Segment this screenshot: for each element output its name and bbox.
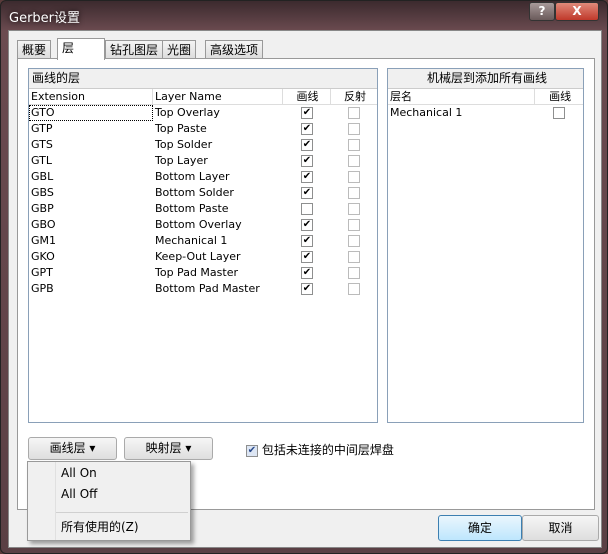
cancel-button[interactable]: 取消 (522, 515, 599, 541)
layer-extension: GKO (31, 250, 55, 263)
plot-checkbox[interactable]: ✔ (301, 107, 313, 119)
mirror-checkbox[interactable] (348, 123, 360, 135)
ok-button[interactable]: 确定 (438, 515, 522, 541)
mirror-checkbox[interactable] (348, 283, 360, 295)
plot-checkbox[interactable]: ✔ (301, 187, 313, 199)
mirror-checkbox[interactable] (348, 267, 360, 279)
layer-name: Bottom Layer (155, 170, 230, 183)
plot-checkbox[interactable]: ✔ (301, 171, 313, 183)
layer-name: Top Paste (155, 122, 207, 135)
layer-name: Bottom Solder (155, 186, 234, 199)
plot-checkbox[interactable]: ✔ (301, 123, 313, 135)
plot-layers-list[interactable]: 画线的层 Extension Layer Name 画线 反射 GTO Top … (28, 68, 378, 423)
layer-name: Keep-Out Layer (155, 250, 241, 263)
layer-name: Top Layer (155, 154, 208, 167)
tab-layers[interactable]: 层 (57, 38, 105, 60)
mirror-layers-button[interactable]: 映射层 ▾ (124, 437, 213, 460)
layer-name: Bottom Paste (155, 202, 229, 215)
tab-overview[interactable]: 概要 (17, 40, 52, 59)
layer-extension: GTL (31, 154, 52, 167)
layer-extension: GBP (31, 202, 54, 215)
mechanical-layers-list[interactable]: 机械层到添加所有画线 层名 画线 Mechanical 1 (387, 68, 584, 423)
gerber-settings-dialog: Gerber设置 ? X 概要 层 钻孔图层 光圈 高级选项 画线的层 Exte… (0, 0, 608, 554)
tab-drill-drawing[interactable]: 钻孔图层 (105, 40, 164, 59)
layer-row[interactable]: GTS Top Solder ✔ (29, 137, 377, 153)
tab-apertures[interactable]: 光圈 (162, 40, 197, 59)
plot-checkbox[interactable]: ✔ (301, 283, 313, 295)
layer-extension: GPB (31, 282, 54, 295)
mirror-checkbox[interactable] (348, 155, 360, 167)
close-button[interactable]: X (555, 2, 599, 21)
menu-all-off[interactable]: All Off (61, 487, 97, 501)
col-layer-name[interactable]: Layer Name (153, 89, 283, 104)
layer-name: Bottom Pad Master (155, 282, 260, 295)
col-mirror[interactable]: 反射 (331, 89, 377, 104)
layer-row[interactable]: GTO Top Overlay ✔ (29, 105, 377, 121)
mirror-checkbox[interactable] (348, 139, 360, 151)
layer-row[interactable]: GBO Bottom Overlay ✔ (29, 217, 377, 233)
layer-extension: GPT (31, 266, 53, 279)
layer-row[interactable]: GTP Top Paste ✔ (29, 121, 377, 137)
layer-extension: GBL (31, 170, 54, 183)
window-title: Gerber设置 (9, 11, 81, 26)
plot-checkbox[interactable]: ✔ (301, 267, 313, 279)
layer-row[interactable]: GBL Bottom Layer ✔ (29, 169, 377, 185)
col-layer[interactable]: 层名 (388, 89, 536, 104)
menu-gutter-divider (55, 462, 56, 540)
plot-layers-menu: All On All Off 所有使用的(Z) (27, 461, 191, 541)
tab-advanced[interactable]: 高级选项 (205, 40, 264, 59)
layer-extension: GTO (29, 105, 153, 121)
mirror-checkbox[interactable] (348, 107, 360, 119)
mech-layer-name: Mechanical 1 (390, 106, 463, 119)
plot-checkbox[interactable]: ✔ (301, 235, 313, 247)
menu-all-used[interactable]: 所有使用的(Z) (61, 518, 139, 535)
mechanical-layers-title: 机械层到添加所有画线 (388, 69, 583, 89)
layer-name: Top Solder (155, 138, 213, 151)
layer-row[interactable]: GTL Top Layer ✔ (29, 153, 377, 169)
plot-checkbox[interactable] (301, 203, 313, 215)
layer-row[interactable]: GM1 Mechanical 1 ✔ (29, 233, 377, 249)
layer-extension: GTP (31, 122, 53, 135)
plot-layers-button[interactable]: 画线层 ▾ (28, 437, 117, 460)
layer-name: Top Pad Master (155, 266, 238, 279)
layer-row[interactable]: GPB Bottom Pad Master ✔ (29, 281, 377, 297)
mirror-checkbox[interactable] (348, 203, 360, 215)
layer-row[interactable]: GPT Top Pad Master ✔ (29, 265, 377, 281)
mech-plot-checkbox[interactable] (553, 107, 566, 119)
col-extension[interactable]: Extension (29, 89, 153, 104)
plot-checkbox[interactable]: ✔ (301, 251, 313, 263)
mech-row[interactable]: Mechanical 1 (388, 105, 583, 121)
layer-extension: GM1 (31, 234, 57, 247)
menu-separator (56, 512, 188, 513)
layer-extension: GTS (31, 138, 53, 151)
layers-panel: 画线的层 Extension Layer Name 画线 反射 GTO Top … (17, 58, 595, 510)
help-button[interactable]: ? (529, 2, 555, 21)
menu-all-on[interactable]: All On (61, 466, 97, 480)
layer-name: Bottom Overlay (155, 218, 242, 231)
include-unconnected-pads[interactable]: ✔ 包括未连接的中间层焊盘 (246, 441, 394, 458)
mirror-checkbox[interactable] (348, 219, 360, 231)
plot-layers-title: 画线的层 (29, 69, 377, 89)
mirror-checkbox[interactable] (348, 235, 360, 247)
layer-extension: GBO (31, 218, 56, 231)
include-checkbox[interactable]: ✔ (246, 444, 258, 457)
mirror-checkbox[interactable] (348, 251, 360, 263)
layer-name: Top Overlay (155, 106, 220, 119)
plot-checkbox[interactable]: ✔ (301, 219, 313, 231)
plot-checkbox[interactable]: ✔ (301, 155, 313, 167)
layer-name: Mechanical 1 (155, 234, 228, 247)
mirror-checkbox[interactable] (348, 187, 360, 199)
layer-extension: GBS (31, 186, 54, 199)
col-plot[interactable]: 画线 (283, 89, 331, 104)
layer-row[interactable]: GBS Bottom Solder ✔ (29, 185, 377, 201)
mirror-checkbox[interactable] (348, 171, 360, 183)
col-mech-plot[interactable]: 画线 (535, 89, 583, 104)
plot-checkbox[interactable]: ✔ (301, 139, 313, 151)
include-label: 包括未连接的中间层焊盘 (261, 443, 394, 457)
layer-row[interactable]: GBP Bottom Paste (29, 201, 377, 217)
layer-row[interactable]: GKO Keep-Out Layer ✔ (29, 249, 377, 265)
